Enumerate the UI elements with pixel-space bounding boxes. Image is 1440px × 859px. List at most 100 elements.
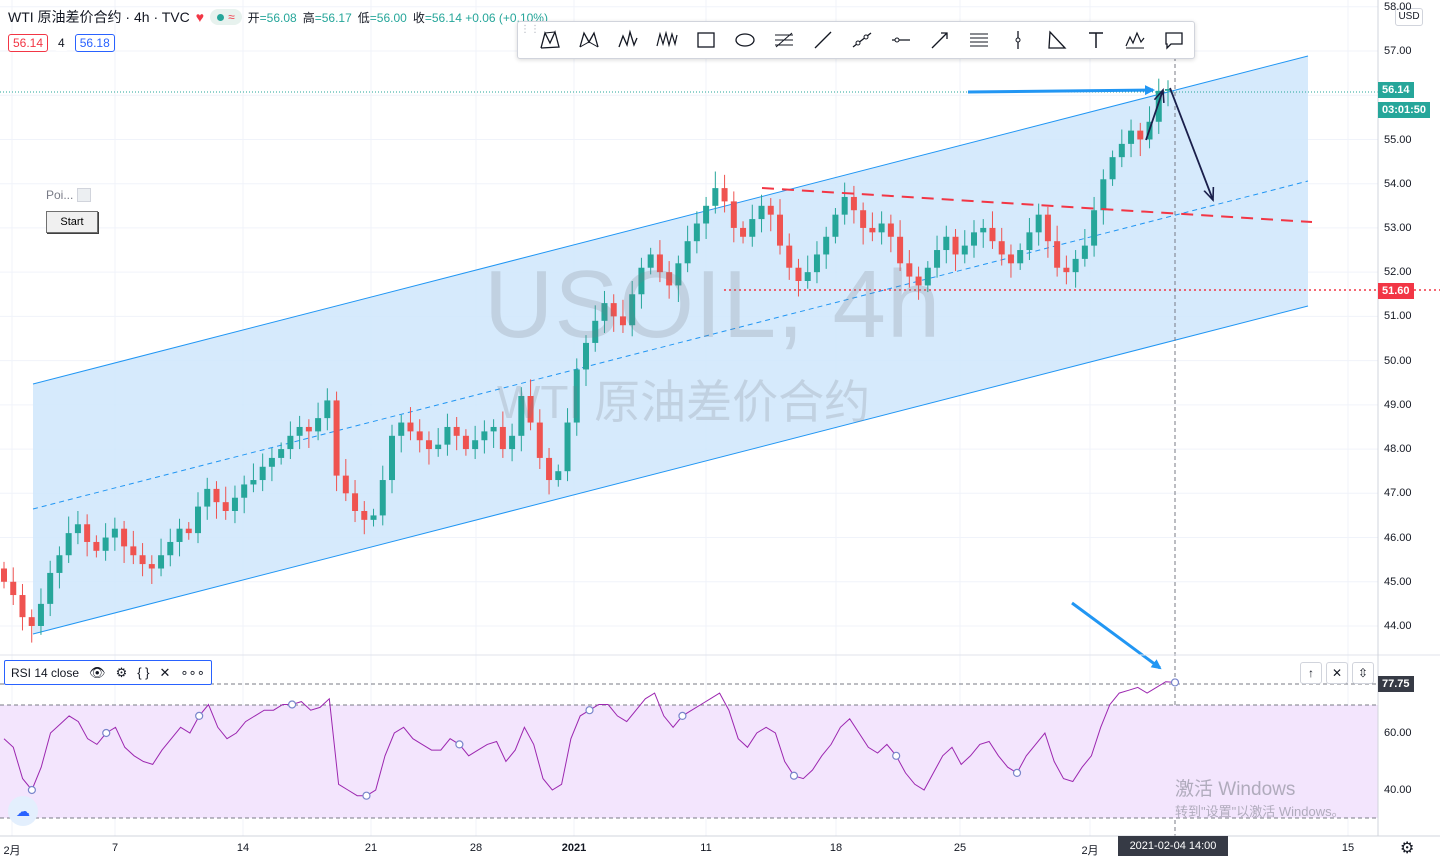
text-tool[interactable] — [1076, 24, 1115, 56]
rsi-band-fill — [0, 705, 1378, 818]
candle-body — [1026, 232, 1033, 251]
trend-line-icon — [814, 31, 831, 49]
candle-body — [28, 617, 35, 626]
maximize-pane-icon[interactable]: ⇳ — [1352, 662, 1374, 684]
candle-body — [509, 435, 516, 450]
arrow-icon — [931, 32, 948, 49]
candle-body — [989, 227, 996, 242]
candle-body — [1072, 258, 1079, 273]
buy-price-button[interactable]: 56.18 — [74, 34, 115, 52]
arrow-tool[interactable] — [920, 24, 959, 56]
close-pane-icon[interactable]: ✕ — [1326, 662, 1348, 684]
rsi-pivot-dot — [892, 751, 901, 760]
candle-body — [361, 511, 368, 520]
ohlc-open: 开=56.08 — [247, 10, 297, 25]
drawing-toolbar: ⋮⋮ — [517, 21, 1195, 59]
candle-body — [121, 528, 128, 547]
candle-body — [1017, 250, 1024, 264]
triangle-tool[interactable] — [1037, 24, 1076, 56]
candle-body — [481, 431, 488, 441]
candle-body — [47, 572, 54, 604]
extended-line-icon — [852, 32, 871, 48]
candle-body — [546, 457, 553, 481]
fib-retracement-icon — [774, 32, 793, 48]
rectangle-tool[interactable] — [686, 24, 725, 56]
candle-body — [1091, 210, 1098, 246]
candle-body — [555, 471, 562, 481]
head-shoulders-icon — [617, 29, 638, 48]
candle-body — [352, 493, 359, 511]
settings-gear-icon[interactable]: ⚙ — [1400, 838, 1414, 858]
xabcd-pattern-tool[interactable] — [530, 24, 569, 56]
rsi-pivot-dot — [195, 711, 204, 721]
tilde-wave-icon: ≈ — [228, 10, 235, 24]
candle-body — [998, 241, 1005, 255]
toolbar-drag-handle[interactable]: ⋮⋮ — [520, 25, 540, 53]
rsi-pivot-dot — [678, 711, 687, 721]
head-shoulders-tool[interactable] — [608, 24, 647, 56]
candle-body — [453, 426, 460, 436]
symbol-header: WTI 原油差价合约 · 4h · TVC ♥ ≈ 开=56.08 高=56.1… — [8, 6, 548, 28]
horizontal-ray-tool[interactable] — [881, 24, 920, 56]
arrow-up-icon[interactable]: ↑ — [1300, 662, 1322, 684]
candle-body — [176, 528, 183, 542]
rsi-value-badge: 77.75 — [1378, 676, 1414, 692]
candle-body — [693, 223, 700, 242]
cypher-pattern-tool[interactable] — [569, 24, 608, 56]
parallel-channel-tool[interactable] — [959, 24, 998, 56]
candle-body — [444, 426, 451, 445]
tradingview-logo-icon[interactable]: ☁ — [8, 796, 38, 826]
eye-icon[interactable]: 👁 — [89, 665, 106, 681]
candle-body — [195, 506, 201, 534]
braces-icon[interactable]: { } — [137, 665, 149, 680]
candle-body — [1137, 130, 1144, 140]
elliott-wave-tool[interactable] — [1115, 24, 1154, 56]
candle-body — [259, 466, 266, 481]
candle-body — [721, 188, 728, 202]
abcd-pattern-tool[interactable] — [647, 24, 686, 56]
callout-tool[interactable] — [1154, 24, 1193, 56]
close-icon[interactable]: ✕ — [160, 665, 171, 681]
rsi-pivot-dot — [1170, 678, 1180, 687]
favorite-heart-icon[interactable]: ♥ — [196, 9, 204, 25]
crosshair-time-label: 2021-02-04 14:00 — [1118, 836, 1228, 856]
triangle-icon — [1047, 30, 1067, 49]
poi-label: Poi... — [46, 188, 74, 202]
symbol-title[interactable]: WTI 原油差价合约 · 4h · TVC — [8, 7, 190, 27]
vertical-line-tool[interactable] — [998, 24, 1037, 56]
rsi-legend-label[interactable]: RSI 14 close — [11, 666, 79, 680]
candle-body — [93, 541, 100, 551]
fib-retracement-tool[interactable] — [764, 24, 803, 56]
extended-line-tool[interactable] — [842, 24, 881, 56]
candle-body — [204, 488, 211, 507]
text-icon — [1088, 32, 1103, 48]
candle-body — [185, 528, 192, 534]
poi-toggle[interactable] — [77, 188, 92, 202]
candle-body — [425, 440, 432, 450]
ohlc-low: 低=56.00 — [357, 10, 407, 25]
parallel-channel-icon — [969, 33, 988, 47]
gear-icon[interactable]: ⚙ — [116, 665, 128, 681]
more-icon[interactable]: ∘∘∘ — [180, 665, 204, 681]
start-button[interactable]: Start — [46, 211, 98, 233]
candle-body — [250, 480, 257, 485]
market-status-pill[interactable]: ≈ — [210, 9, 242, 25]
candle-body — [416, 431, 423, 441]
candle-body — [231, 497, 238, 511]
pane-controls: ↑ ✕ ⇳ — [1300, 662, 1374, 684]
rsi-pivot-dot — [455, 740, 464, 749]
candle-body — [287, 435, 294, 450]
candle-body — [878, 223, 885, 233]
candle-body — [980, 227, 987, 233]
trend-line-tool[interactable] — [803, 24, 842, 56]
elliott-wave-icon — [1124, 31, 1144, 49]
candle-body — [74, 524, 81, 534]
ellipse-tool[interactable] — [725, 24, 764, 56]
candle-body — [712, 188, 719, 206]
candle-body — [1054, 241, 1061, 268]
sell-price-button[interactable]: 56.14 — [8, 34, 49, 52]
candle-body — [1035, 214, 1042, 233]
market-open-dot-icon — [217, 13, 225, 21]
xabcd-pattern-icon — [539, 30, 560, 49]
abcd-pattern-icon — [655, 30, 678, 48]
